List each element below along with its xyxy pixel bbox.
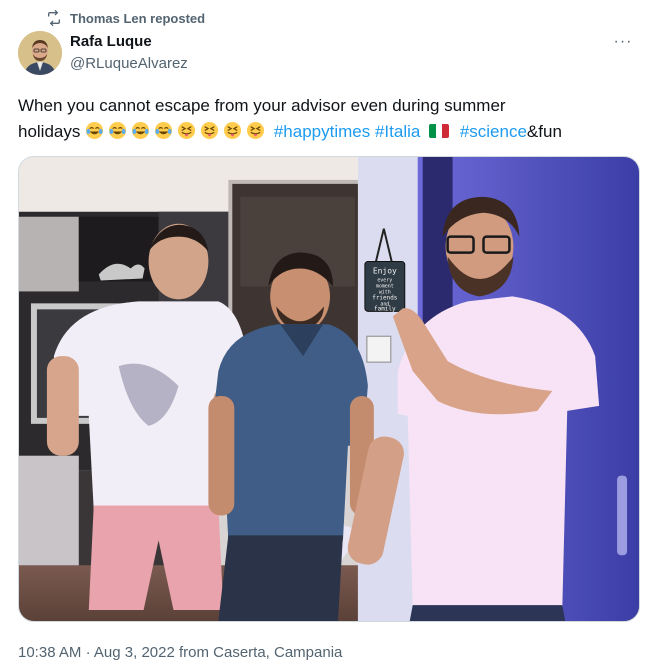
avatar[interactable] bbox=[18, 31, 62, 75]
squinting-tongue-emoji-icon bbox=[224, 121, 242, 140]
tears-of-joy-emoji-icon bbox=[109, 121, 127, 140]
repost-indicator[interactable]: Thomas Len reposted bbox=[46, 9, 205, 27]
repost-icon bbox=[48, 10, 60, 26]
tweet-location: from Caserta, Campania bbox=[178, 644, 343, 661]
sign-line-1: Enjoy bbox=[373, 267, 397, 276]
tweet-time[interactable]: 10:38 AM bbox=[18, 644, 81, 661]
tweet-text: When you cannot escape from your advisor… bbox=[18, 93, 638, 145]
meta-separator: · bbox=[85, 644, 91, 661]
more-options-button[interactable]: ··· bbox=[610, 32, 636, 52]
author-handle[interactable]: @RLuqueAlvarez bbox=[70, 55, 188, 72]
tweet-text-line1: When you cannot escape from your advisor… bbox=[18, 96, 506, 115]
tweet-text-line2: holidays #happytimes #Italia #science&fu… bbox=[18, 119, 638, 145]
italy-flag-icon bbox=[429, 124, 450, 138]
tears-of-joy-emoji-icon bbox=[155, 121, 173, 140]
tweet-date[interactable]: Aug 3, 2022 bbox=[94, 644, 175, 661]
tweet-text-suffix: &fun bbox=[526, 122, 562, 141]
squinting-tongue-emoji-icon bbox=[178, 121, 196, 140]
squinting-tongue-emoji-icon bbox=[247, 121, 265, 140]
sign-line-7: family bbox=[374, 305, 396, 312]
sign-line-5: friends bbox=[372, 294, 397, 301]
tweet-photo[interactable]: Enjoy every moment with friends and fami… bbox=[18, 156, 640, 622]
tears-of-joy-emoji-icon bbox=[86, 121, 104, 140]
tweet-meta: 10:38 AM · Aug 3, 2022 from Caserta, Cam… bbox=[18, 644, 342, 661]
emoji-row bbox=[85, 121, 269, 141]
repost-label: Thomas Len reposted bbox=[70, 10, 206, 26]
squinting-tongue-emoji-icon bbox=[201, 121, 219, 140]
tweet-text-prefix: holidays bbox=[18, 122, 81, 141]
tears-of-joy-emoji-icon bbox=[132, 121, 150, 140]
hashtag-science[interactable]: #science bbox=[460, 122, 527, 141]
author-name[interactable]: Rafa Luque bbox=[70, 33, 152, 50]
hashtag-italia[interactable]: #Italia bbox=[375, 122, 420, 141]
hashtag-happytimes[interactable]: #happytimes bbox=[274, 122, 370, 141]
